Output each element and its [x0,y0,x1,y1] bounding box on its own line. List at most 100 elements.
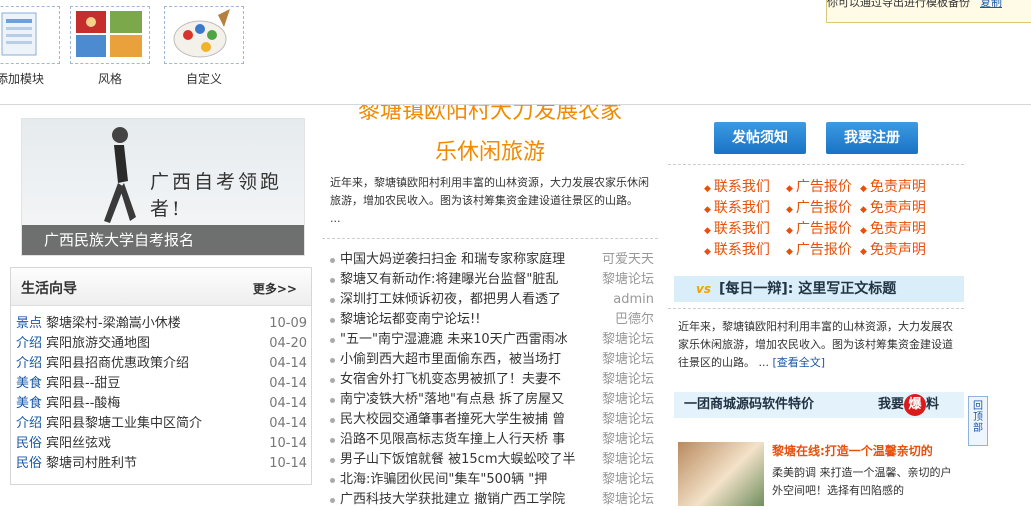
item-category[interactable]: 美食 [16,376,42,391]
posting-rules-button[interactable]: 发帖须知 [714,122,806,154]
item-title[interactable]: 宾阳县黎塘工业集中区简介 [46,416,202,431]
style-button[interactable]: 风格 [70,6,150,87]
item-category[interactable]: 美食 [16,396,42,411]
ad-price-link[interactable]: ◆ 广告报价 [786,176,852,196]
link-label[interactable]: 免责声明 [870,221,926,237]
news-item[interactable]: "五一"南宁湿漉漉 未来10天广西雷雨冰 黎塘论坛 [328,330,654,350]
news-title[interactable]: 深圳打工妹倾诉初夜，都把男人看透了 [340,292,561,307]
headline-line-2[interactable]: 乐休闲旅游 [322,134,658,166]
item-title[interactable]: 宾阳旅游交通地图 [46,336,150,351]
life-guide-more-link[interactable]: 更多>> [253,280,297,297]
news-title[interactable]: "五一"南宁湿漉漉 未来10天广西雷雨冰 [340,332,568,347]
contact-us-link[interactable]: ◆ 联系我们 [704,197,770,217]
news-author[interactable]: 黎塘论坛 [595,390,654,410]
news-item[interactable]: 深圳打工妹倾诉初夜，都把男人看透了 admin [328,290,654,310]
feature-title[interactable]: 黎塘在线:打造一个温馨亲切的 [772,442,933,459]
news-item[interactable]: 黎塘又有新动作:将建曝光台监督"脏乱 黎塘论坛 [328,270,654,290]
disclaimer-link[interactable]: ◆ 免责声明 [860,176,926,196]
news-title[interactable]: 沿路不见限高标志货车撞上人行天桥 事 [340,432,565,447]
custom-button[interactable]: 自定义 [164,6,244,87]
list-item[interactable]: 介绍 宾阳县招商优惠政策介绍 04-14 [11,354,311,374]
list-item[interactable]: 景点 黎塘梁村-梁瀚嵩小休楼 10-09 [11,314,311,334]
link-label[interactable]: 免责声明 [870,242,926,258]
link-label[interactable]: 免责声明 [870,179,926,195]
news-item[interactable]: 南宁凌铁大桥"落地"有点悬 拆了房屋又 黎塘论坛 [328,390,654,410]
item-title[interactable]: 宾阳县--甜豆 [46,376,120,391]
link-label[interactable]: 免责声明 [870,200,926,216]
news-author[interactable]: 黎塘论坛 [595,410,654,430]
news-item[interactable]: 北海:诈骗团伙民间"集车"500辆 "押 黎塘论坛 [328,470,654,490]
news-title[interactable]: 黎塘论坛都变南宁论坛!! [340,312,480,327]
link-label[interactable]: 广告报价 [796,200,852,216]
news-author[interactable]: 巴德尔 [608,310,654,330]
news-title[interactable]: 中国大妈逆袭扫扫金 和瑞专家称家庭理 [340,252,565,267]
daily-debate-bar[interactable]: vs [每日一辩]: 这里写正文标题 [674,276,964,302]
item-title[interactable]: 宾阳县招商优惠政策介绍 [46,356,189,371]
news-item[interactable]: 中国大妈逆袭扫扫金 和瑞专家称家庭理 可爱天天 [328,250,654,270]
link-label[interactable]: 联系我们 [714,200,770,216]
link-label[interactable]: 广告报价 [796,242,852,258]
disclaimer-link[interactable]: ◆ 免责声明 [860,239,926,259]
item-category[interactable]: 民俗 [16,456,42,471]
news-title[interactable]: 南宁凌铁大桥"落地"有点悬 拆了房屋又 [340,392,564,407]
back-to-top-button[interactable]: 回顶部 [968,396,988,446]
news-title[interactable]: 男子山下饭馆就餐 被15cm大蜈蚣咬了半 [340,452,576,467]
report-badge[interactable]: 我要爆料 [878,392,939,418]
news-title[interactable]: 小偷到西大超市里面偷东西，被当场打 [340,352,561,367]
item-category[interactable]: 介绍 [16,416,42,431]
add-module-button[interactable]: 添加模块 [0,6,60,87]
news-author[interactable]: 黎塘论坛 [595,270,654,290]
disclaimer-link[interactable]: ◆ 免责声明 [860,218,926,238]
banner-ad[interactable]: 广西自考领跑者! 广西民族大学自考报名 [21,118,305,256]
list-item[interactable]: 民俗 宾阳丝弦戏 10-14 [11,434,311,454]
news-author[interactable]: 黎塘论坛 [595,330,654,350]
register-button[interactable]: 我要注册 [826,122,918,154]
list-item[interactable]: 美食 宾阳县--甜豆 04-14 [11,374,311,394]
item-category[interactable]: 景点 [16,316,42,331]
contact-us-link[interactable]: ◆ 联系我们 [704,239,770,259]
link-label[interactable]: 联系我们 [714,221,770,237]
promo-bar[interactable]: 一团商城源码软件特价 我要爆料 [674,392,964,418]
contact-us-link[interactable]: ◆ 联系我们 [704,218,770,238]
news-author[interactable]: 黎塘论坛 [595,370,654,390]
feature-thumbnail[interactable] [678,442,764,506]
item-title[interactable]: 宾阳丝弦戏 [46,436,111,451]
ad-price-link[interactable]: ◆ 广告报价 [786,197,852,217]
contact-us-link[interactable]: ◆ 联系我们 [704,176,770,196]
promo-title[interactable]: 一团商城源码软件特价 [684,392,814,418]
link-label[interactable]: 广告报价 [796,221,852,237]
disclaimer-link[interactable]: ◆ 免责声明 [860,197,926,217]
item-category[interactable]: 民俗 [16,436,42,451]
link-label[interactable]: 联系我们 [714,242,770,258]
ad-price-link[interactable]: ◆ 广告报价 [786,239,852,259]
news-item[interactable]: 黎塘论坛都变南宁论坛!! 巴德尔 [328,310,654,330]
item-category[interactable]: 介绍 [16,356,42,371]
list-item[interactable]: 民俗 黎塘司村胜利节 10-14 [11,454,311,474]
news-item[interactable]: 广西科技大学获批建立 撤销广西工学院 黎塘论坛 [328,490,654,510]
tooltip-link[interactable]: 复制 [980,0,1002,9]
news-item[interactable]: 女宿舍外打飞机变态男被抓了！夫妻不 黎塘论坛 [328,370,654,390]
item-category[interactable]: 介绍 [16,336,42,351]
news-author[interactable]: 黎塘论坛 [595,470,654,490]
ad-price-link[interactable]: ◆ 广告报价 [786,218,852,238]
item-title[interactable]: 黎塘司村胜利节 [46,456,137,471]
daily-debate-title[interactable]: [每日一辩]: 这里写正文标题 [719,281,896,297]
news-author[interactable]: 黎塘论坛 [595,430,654,450]
news-item[interactable]: 民大校园交通肇事者撞死大学生被捕 曾 黎塘论坛 [328,410,654,430]
list-item[interactable]: 美食 宾阳县--酸梅 04-14 [11,394,311,414]
news-author[interactable]: 黎塘论坛 [595,490,654,510]
news-author[interactable]: 可爱天天 [595,250,654,270]
item-title[interactable]: 宾阳县--酸梅 [46,396,120,411]
news-item[interactable]: 小偷到西大超市里面偷东西，被当场打 黎塘论坛 [328,350,654,370]
news-author[interactable]: 黎塘论坛 [595,350,654,370]
list-item[interactable]: 介绍 宾阳县黎塘工业集中区简介 04-14 [11,414,311,434]
news-title[interactable]: 民大校园交通肇事者撞死大学生被捕 曾 [340,412,565,427]
list-item[interactable]: 介绍 宾阳旅游交通地图 04-20 [11,334,311,354]
news-item[interactable]: 沿路不见限高标志货车撞上人行天桥 事 黎塘论坛 [328,430,654,450]
view-full-link[interactable]: [查看全文] [773,356,826,369]
news-title[interactable]: 广西科技大学获批建立 撤销广西工学院 [340,492,565,507]
news-title[interactable]: 黎塘又有新动作:将建曝光台监督"脏乱 [340,272,558,287]
news-title[interactable]: 北海:诈骗团伙民间"集车"500辆 "押 [340,472,547,487]
link-label[interactable]: 联系我们 [714,179,770,195]
news-item[interactable]: 男子山下饭馆就餐 被15cm大蜈蚣咬了半 黎塘论坛 [328,450,654,470]
